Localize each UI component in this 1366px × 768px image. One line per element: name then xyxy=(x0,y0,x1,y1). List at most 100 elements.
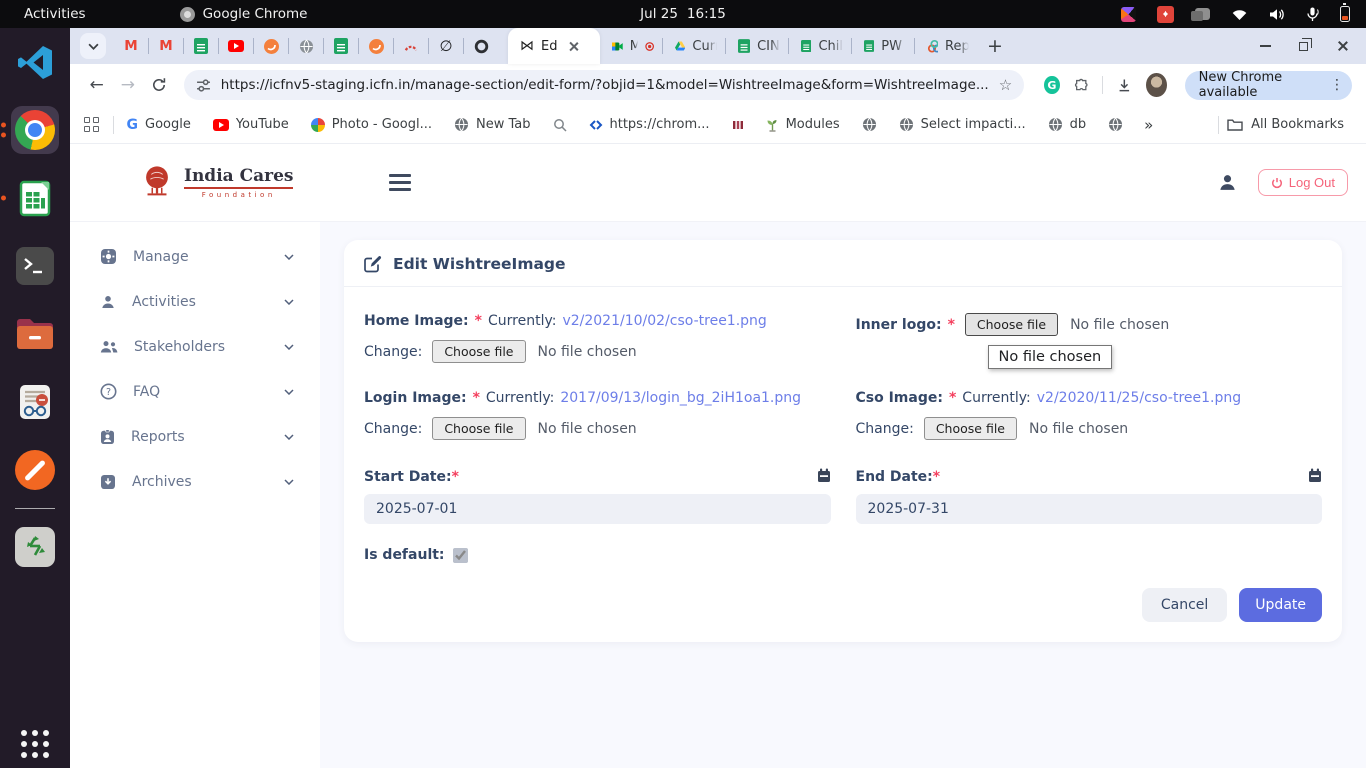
dock-item-vscode[interactable] xyxy=(11,38,59,86)
bookmark-star-icon[interactable]: ☆ xyxy=(999,76,1012,94)
dock-item-terminal[interactable] xyxy=(11,242,59,290)
extensions-puzzle-icon[interactable] xyxy=(1074,77,1089,94)
sidebar-item-manage[interactable]: Manage xyxy=(70,234,320,279)
bookmark-maroon[interactable] xyxy=(723,115,753,135)
dock-item-chrome[interactable] xyxy=(11,106,59,154)
dock-item-libreoffice-calc[interactable] xyxy=(11,174,59,222)
tab-child[interactable]: Child xyxy=(789,28,851,64)
site-settings-icon[interactable] xyxy=(196,78,211,93)
dock-item-trash[interactable] xyxy=(11,523,59,571)
dock-item-postman[interactable] xyxy=(11,446,59,494)
address-bar[interactable]: https://icfnv5-staging.icfn.in/manage-se… xyxy=(184,70,1024,100)
red-arc-icon xyxy=(403,39,419,54)
tab-drive[interactable]: Curre xyxy=(663,28,725,64)
active-tab[interactable]: ⋈ Ed xyxy=(508,28,600,64)
login-image-choose-file-button[interactable]: Choose file xyxy=(432,417,525,440)
home-image-choose-file-button[interactable]: Choose file xyxy=(432,340,525,363)
logout-button[interactable]: Log Out xyxy=(1258,169,1348,196)
tab-strip: M M ∅ ⋈ Ed xyxy=(70,28,1366,64)
sidebar-item-faq[interactable]: ? FAQ xyxy=(70,369,320,414)
pinned-tab-youtube[interactable] xyxy=(219,28,253,64)
profile-avatar[interactable] xyxy=(1146,73,1167,97)
new-tab-button[interactable]: + xyxy=(977,35,1013,57)
calendar-icon[interactable] xyxy=(817,468,831,483)
site-header: India Cares Foundation Log Out xyxy=(70,144,1366,222)
bookmark-youtube[interactable]: YouTube xyxy=(204,113,298,136)
pinned-tab-sheets[interactable] xyxy=(184,28,218,64)
sidebar-item-reports[interactable]: Reports xyxy=(70,414,320,459)
openai-icon xyxy=(474,39,489,54)
bookmarks-overflow-button[interactable]: » xyxy=(1136,116,1161,134)
tab-meet[interactable]: M xyxy=(600,28,662,64)
bookmark-chromium[interactable]: https://chrom... xyxy=(580,113,719,136)
sidebar-toggle-hamburger-icon[interactable] xyxy=(389,174,411,191)
apps-grid-icon[interactable] xyxy=(84,117,99,132)
bookmark-globe-1[interactable] xyxy=(853,113,886,136)
toolbox-tray-icon[interactable] xyxy=(1121,7,1136,22)
bookmark-google[interactable]: GGoogle xyxy=(118,113,200,137)
is-default-checkbox[interactable] xyxy=(453,548,468,563)
tab-search-button[interactable] xyxy=(80,33,106,59)
dock-item-document-viewer[interactable] xyxy=(11,378,59,426)
calendar-icon[interactable] xyxy=(1308,468,1322,483)
tab-cini[interactable]: CINI xyxy=(726,28,788,64)
brand-subtitle: Foundation xyxy=(184,191,293,199)
back-button[interactable]: ← xyxy=(84,71,109,99)
reload-button[interactable] xyxy=(147,71,172,99)
dock-item-files[interactable] xyxy=(11,310,59,358)
trash-icon xyxy=(15,527,55,567)
cancel-button[interactable]: Cancel xyxy=(1142,588,1227,622)
cso-image-current-link[interactable]: v2/2020/11/25/cso-tree1.png xyxy=(1037,390,1241,406)
system-tray[interactable] xyxy=(1121,6,1366,23)
app-menu[interactable]: Google Chrome xyxy=(180,6,308,22)
end-date-input[interactable] xyxy=(856,494,1323,524)
all-bookmarks-button[interactable]: All Bookmarks xyxy=(1210,112,1352,138)
browser-menu-icon[interactable]: ⋮ xyxy=(1330,77,1344,93)
activities-button[interactable]: Activities xyxy=(0,0,110,28)
pinned-tab-openai[interactable] xyxy=(464,28,498,64)
pinned-tab-gmail[interactable]: M xyxy=(114,28,148,64)
bookmark-search[interactable] xyxy=(544,114,576,136)
edit-pencil-icon xyxy=(364,255,382,273)
pinned-tab-orange-app-2[interactable] xyxy=(359,28,393,64)
pinned-tab-globe[interactable] xyxy=(289,28,323,64)
downloads-icon[interactable] xyxy=(1117,77,1132,94)
sidebar-item-activities[interactable]: Activities xyxy=(70,279,320,324)
bookmark-globe-2[interactable] xyxy=(1099,113,1132,136)
inner-logo-choose-file-button[interactable]: Choose file xyxy=(965,313,1058,336)
forward-button[interactable]: → xyxy=(115,71,140,99)
clock[interactable]: Jul 25 16:15 xyxy=(640,6,726,22)
user-profile-icon[interactable] xyxy=(1217,172,1238,193)
pinned-tab-red-arc[interactable] xyxy=(394,28,428,64)
start-date-input[interactable] xyxy=(364,494,831,524)
restore-icon[interactable] xyxy=(1299,42,1308,51)
pinned-tab-orange-app[interactable] xyxy=(254,28,288,64)
tab-pw[interactable]: PW C xyxy=(852,28,914,64)
cso-image-choose-file-button[interactable]: Choose file xyxy=(924,417,1017,440)
bookmark-new-tab[interactable]: New Tab xyxy=(445,113,540,136)
close-icon[interactable] xyxy=(1336,40,1348,52)
sidebar-item-stakeholders[interactable]: Stakeholders xyxy=(70,324,320,369)
bookmark-modules[interactable]: Modules xyxy=(757,113,849,136)
grammarly-icon[interactable]: G xyxy=(1044,76,1060,94)
tab-repo[interactable]: Repo xyxy=(915,28,977,64)
bookmark-db[interactable]: db xyxy=(1039,113,1096,136)
update-button[interactable]: Update xyxy=(1239,588,1322,622)
required-asterisk: * xyxy=(473,390,480,406)
reload-icon xyxy=(151,77,167,93)
sidebar-item-archives[interactable]: Archives xyxy=(70,459,320,504)
pinned-tab-null-symbol[interactable]: ∅ xyxy=(429,28,463,64)
chrome-update-button[interactable]: New Chrome available ⋮ xyxy=(1185,71,1352,100)
home-image-current-link[interactable]: v2/2021/10/02/cso-tree1.png xyxy=(562,313,766,329)
tab-close-icon[interactable] xyxy=(568,41,579,52)
pinned-tab-sheets-2[interactable] xyxy=(324,28,358,64)
show-applications-button[interactable] xyxy=(21,730,49,758)
minimize-icon[interactable] xyxy=(1260,45,1271,47)
chat-tray-icon[interactable] xyxy=(1195,8,1210,20)
pinned-tab-gmail-2[interactable]: M xyxy=(149,28,183,64)
screenshare-tray-icon[interactable] xyxy=(1157,6,1174,23)
bookmark-photos[interactable]: Photo - Googl... xyxy=(302,113,441,136)
bookmark-select-impact[interactable]: Select impacti... xyxy=(890,113,1035,136)
login-image-current-link[interactable]: 2017/09/13/login_bg_2iH1oa1.png xyxy=(560,390,801,406)
brand-logo[interactable]: India Cares Foundation xyxy=(138,165,293,201)
